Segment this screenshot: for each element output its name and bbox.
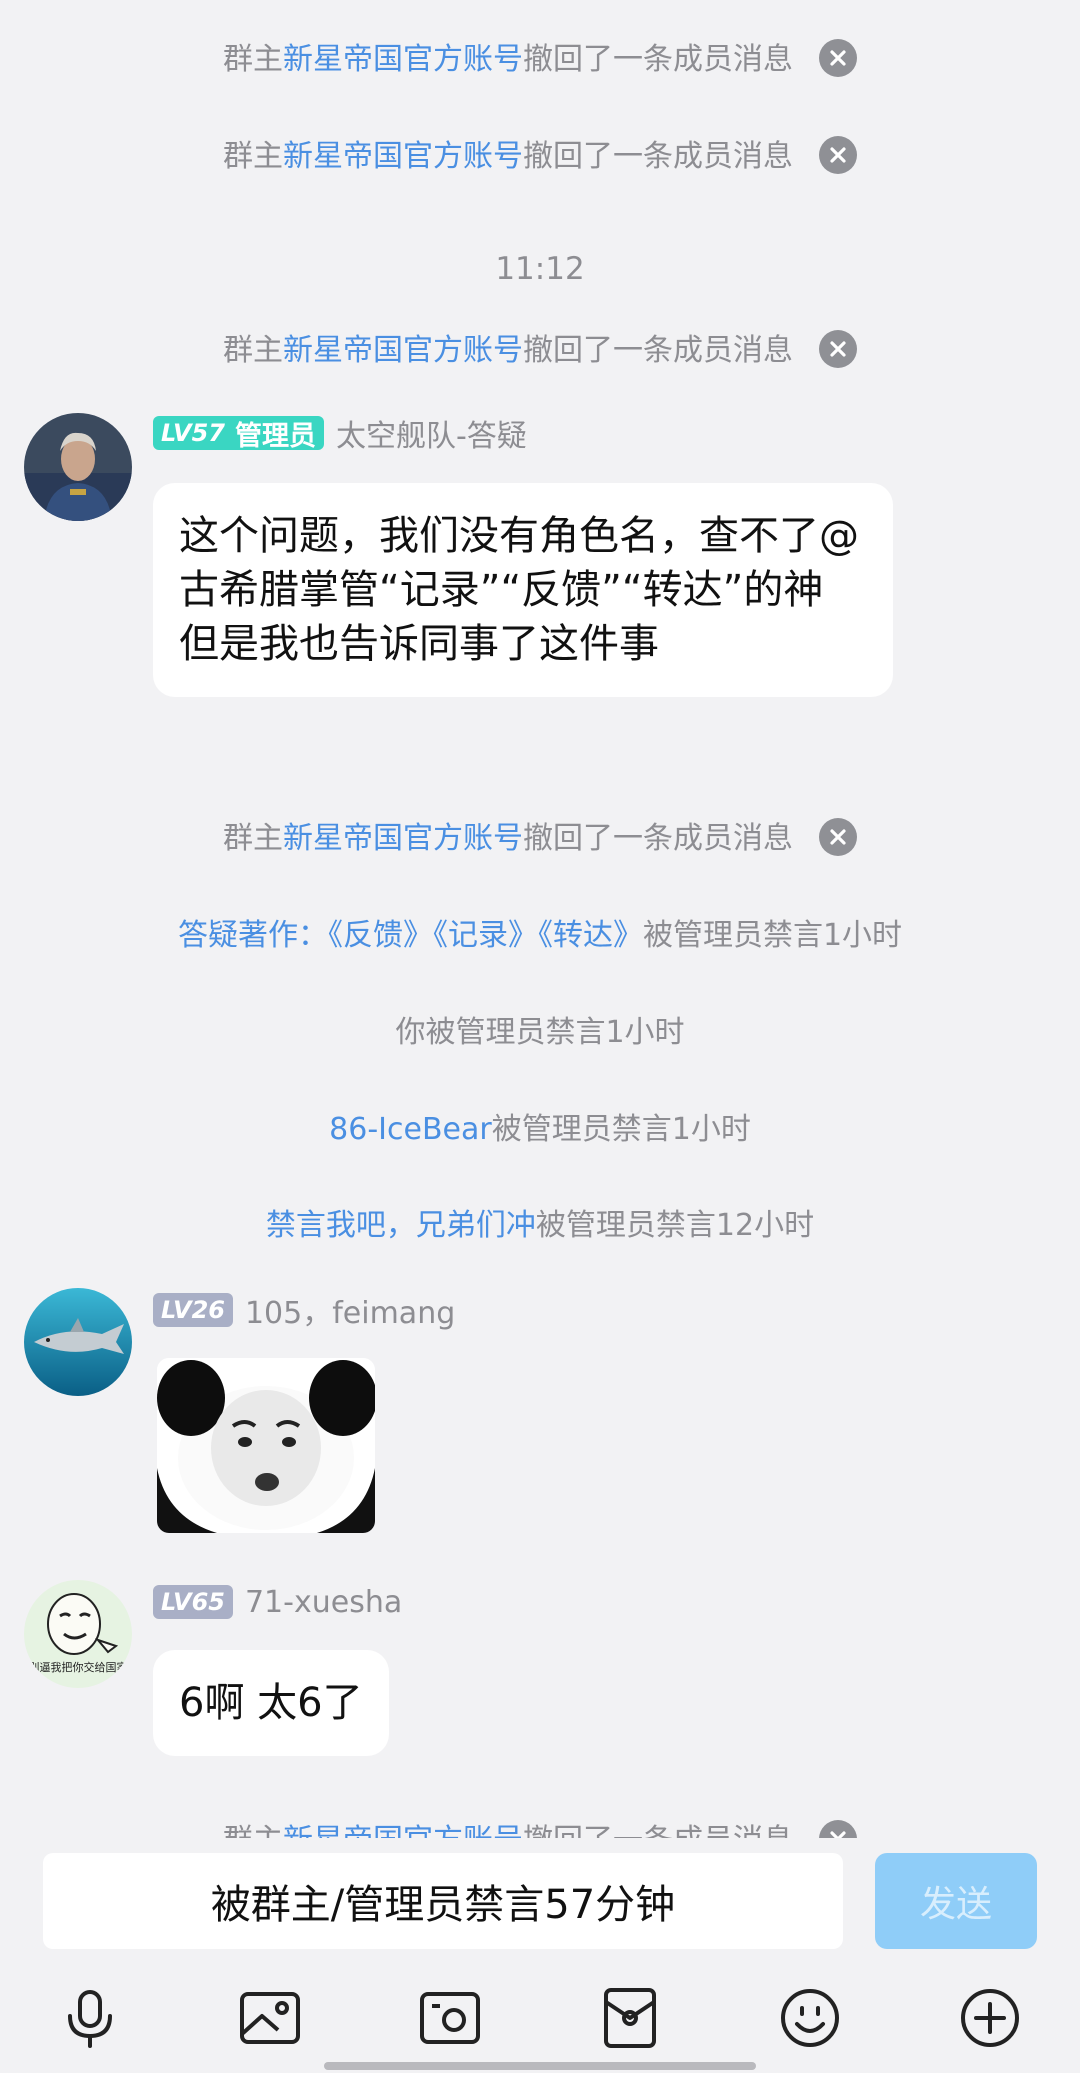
message-bubble[interactable]: 6啊 太6了 [153,1650,389,1756]
close-icon[interactable] [819,329,857,368]
mute-notice: 禁言我吧，兄弟们冲被管理员禁言12小时 [0,1200,1080,1244]
recall-text: 撤回了一条成员消息 [523,1823,793,1838]
composer-bar: 被群主/管理员禁言57分钟 发送 [0,1838,1080,2073]
panda-sticker-image[interactable] [157,1358,375,1533]
sender-name[interactable]: 105，feimang [245,1288,455,1332]
recall-notice: 群主新星帝国官方账号撤回了一条成员消息 [0,1815,1080,1838]
level-badge: LV57 管理员 [153,416,324,452]
recall-prefix: 群主 [223,139,283,174]
recall-owner-link[interactable]: 新星帝国官方账号 [283,1823,523,1838]
recall-prefix: 群主 [223,42,283,77]
mute-notice: 你被管理员禁言1小时 [0,1007,1080,1051]
send-label: 发送 [919,1884,992,1925]
avatar-caption: 别逼我把你交给国家 [28,1661,128,1674]
recall-prefix: 群主 [223,821,283,856]
level-label: LV65 [161,1588,225,1616]
recall-notice: 群主新星帝国官方账号撤回了一条成员消息 [0,325,1080,371]
recall-prefix: 群主 [223,333,283,368]
mute-notice: 86-IceBear被管理员禁言1小时 [0,1104,1080,1148]
recall-owner-link[interactable]: 新星帝国官方账号 [283,333,523,368]
muted-user-link[interactable]: 答疑著作：《反馈》《记录》《转达》 [178,918,643,953]
sender-meta: LV57 管理员 太空舰队-答疑 [153,411,527,455]
recall-notice: 群主新星帝国官方账号撤回了一条成员消息 [0,131,1080,177]
sender-name[interactable]: 71-xuesha [245,1585,402,1620]
mute-text: 被管理员禁言1小时 [491,1112,751,1147]
home-indicator[interactable] [324,2062,756,2070]
level-badge: LV26 [153,1293,233,1327]
emoji-icon[interactable] [778,1986,842,2050]
close-icon[interactable] [819,38,857,77]
close-icon[interactable] [819,1819,857,1838]
avatar[interactable] [24,413,132,521]
message-bubble[interactable]: 这个问题，我们没有角色名，查不了@古希腊掌管“记录”“反馈”“转达”的神 但是我… [153,483,893,697]
recall-owner-link[interactable]: 新星帝国官方账号 [283,821,523,856]
mute-text: 被管理员禁言1小时 [642,918,903,953]
sender-meta: LV65 71-xuesha [153,1582,402,1622]
recall-owner-link[interactable]: 新星帝国官方账号 [283,139,523,174]
muted-user-link[interactable]: 86-IceBear [329,1112,492,1147]
mute-notice: 答疑著作：《反馈》《记录》《转达》被管理员禁言1小时 [0,910,1080,954]
recall-text: 撤回了一条成员消息 [523,139,793,174]
message-input-muted: 被群主/管理员禁言57分钟 [43,1853,843,1949]
plus-icon[interactable] [958,1986,1022,2050]
recall-text: 撤回了一条成员消息 [523,821,793,856]
avatar[interactable] [24,1288,132,1396]
chat-area[interactable]: 群主新星帝国官方账号撤回了一条成员消息 群主新星帝国官方账号撤回了一条成员消息 … [0,0,1080,1838]
message-text: 6啊 太6了 [179,1680,363,1726]
mute-text: 被管理员禁言12小时 [535,1208,815,1243]
mic-icon[interactable] [58,1986,122,2050]
mute-status-text: 被群主/管理员禁言57分钟 [210,1882,676,1928]
timestamp: 11:12 [495,251,585,287]
avatar[interactable]: 别逼我把你交给国家 [24,1580,132,1688]
camera-icon[interactable] [418,1986,482,2050]
close-icon[interactable] [819,135,857,174]
level-badge: LV65 [153,1585,233,1619]
level-label: LV26 [161,1296,225,1324]
recall-notice: 群主新星帝国官方账号撤回了一条成员消息 [0,34,1080,80]
close-icon[interactable] [819,817,857,856]
recall-prefix: 群主 [223,1823,283,1838]
photo-icon[interactable] [238,1986,302,2050]
recall-notice: 群主新星帝国官方账号撤回了一条成员消息 [0,813,1080,859]
message-text: 这个问题，我们没有角色名，查不了@古希腊掌管“记录”“反馈”“转达”的神 但是我… [179,513,859,667]
admin-role-label: 管理员 [234,420,316,452]
red-packet-icon[interactable] [598,1986,662,2050]
muted-user-link[interactable]: 禁言我吧，兄弟们冲 [266,1208,536,1243]
recall-text: 撤回了一条成员消息 [523,42,793,77]
recall-text: 撤回了一条成员消息 [523,333,793,368]
sender-name[interactable]: 太空舰队-答疑 [336,411,527,455]
recall-owner-link[interactable]: 新星帝国官方账号 [283,42,523,77]
mute-text: 你被管理员禁言1小时 [395,1015,685,1050]
send-button[interactable]: 发送 [875,1853,1037,1949]
level-label: LV57 [161,419,225,447]
sender-meta: LV26 105，feimang [153,1288,455,1332]
